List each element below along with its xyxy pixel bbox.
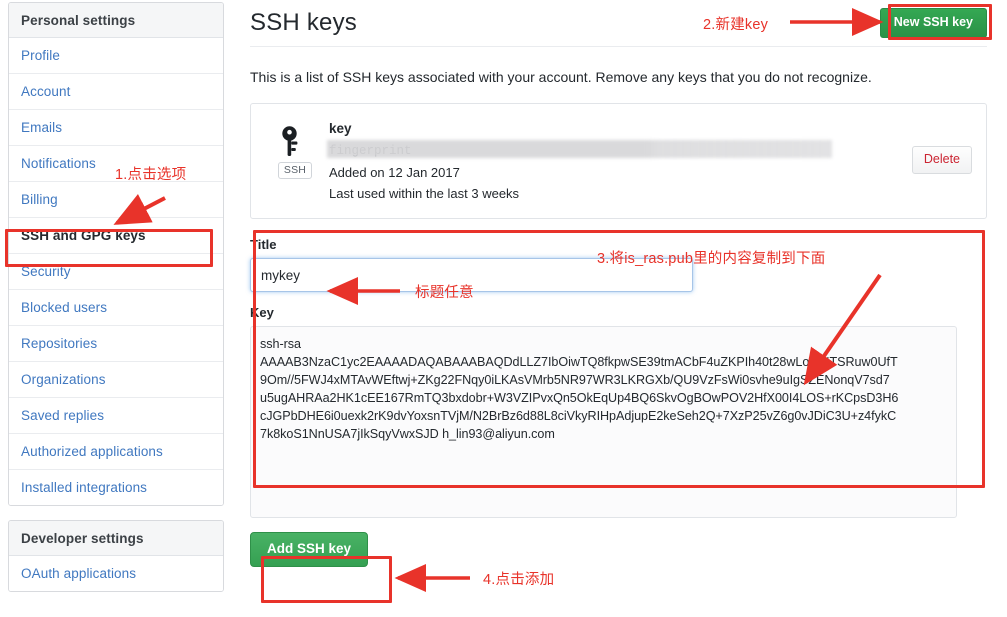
key-icon (279, 124, 311, 158)
redaction-overlay (327, 140, 832, 158)
key-added-date: Added on 12 Jan 2017 (329, 165, 460, 180)
title-field-label: Title (250, 237, 277, 252)
sidebar-item-billing[interactable]: Billing (9, 182, 223, 218)
sidebar-item-installed-integrations[interactable]: Installed integrations (9, 470, 223, 505)
sidebar-item-profile[interactable]: Profile (9, 38, 223, 74)
key-icon-group: SSH (267, 118, 323, 179)
main-content: SSH keys New SSH key This is a list of S… (240, 0, 1007, 617)
key-textarea[interactable]: ssh-rsa AAAAB3NzaC1yc2EAAAADAQABAAABAQDd… (250, 326, 957, 518)
ssh-key-list-item: SSH key fingerprint Added on 12 Jan 2017… (250, 103, 987, 219)
page-title: SSH keys (250, 9, 357, 36)
sidebar-item-security[interactable]: Security (9, 254, 223, 290)
developer-settings-nav: Developer settings OAuth applications (8, 520, 224, 592)
sidebar-item-repositories[interactable]: Repositories (9, 326, 223, 362)
sidebar-item-oauth-applications[interactable]: OAuth applications (9, 556, 223, 591)
sidebar: Personal settings Profile Account Emails… (0, 0, 232, 617)
key-last-used: Last used within the last 3 weeks (329, 186, 520, 201)
key-details: key fingerprint Added on 12 Jan 2017 Las… (323, 118, 912, 204)
personal-settings-nav: Personal settings Profile Account Emails… (8, 2, 224, 506)
ssh-badge: SSH (277, 162, 313, 179)
sidebar-item-ssh-and-gpg-keys[interactable]: SSH and GPG keys (9, 218, 223, 254)
key-field-label: Key (250, 305, 274, 320)
delete-key-button[interactable]: Delete (911, 146, 972, 174)
sidebar-item-authorized-applications[interactable]: Authorized applications (9, 434, 223, 470)
settings-page: Personal settings Profile Account Emails… (0, 0, 1007, 617)
key-field-group: Key ssh-rsa AAAAB3NzaC1yc2EAAAADAQABAAAB… (250, 305, 987, 523)
add-ssh-key-button[interactable]: Add SSH key (250, 532, 369, 567)
personal-settings-header: Personal settings (9, 3, 223, 38)
new-ssh-key-form: Title Key ssh-rsa AAAAB3NzaC1yc2EAAAADAQ… (250, 237, 987, 567)
sidebar-item-account[interactable]: Account (9, 74, 223, 110)
key-fingerprint-row: fingerprint (327, 140, 912, 162)
sidebar-item-organizations[interactable]: Organizations (9, 362, 223, 398)
sidebar-item-notifications[interactable]: Notifications (9, 146, 223, 182)
sidebar-item-emails[interactable]: Emails (9, 110, 223, 146)
sidebar-item-saved-replies[interactable]: Saved replies (9, 398, 223, 434)
page-description: This is a list of SSH keys associated wi… (250, 69, 872, 85)
developer-settings-header: Developer settings (9, 521, 223, 556)
page-header: SSH keys New SSH key (250, 0, 987, 47)
title-input[interactable] (250, 258, 693, 292)
new-ssh-key-button[interactable]: New SSH key (879, 8, 987, 38)
sidebar-item-blocked-users[interactable]: Blocked users (9, 290, 223, 326)
key-name: key (329, 121, 352, 136)
